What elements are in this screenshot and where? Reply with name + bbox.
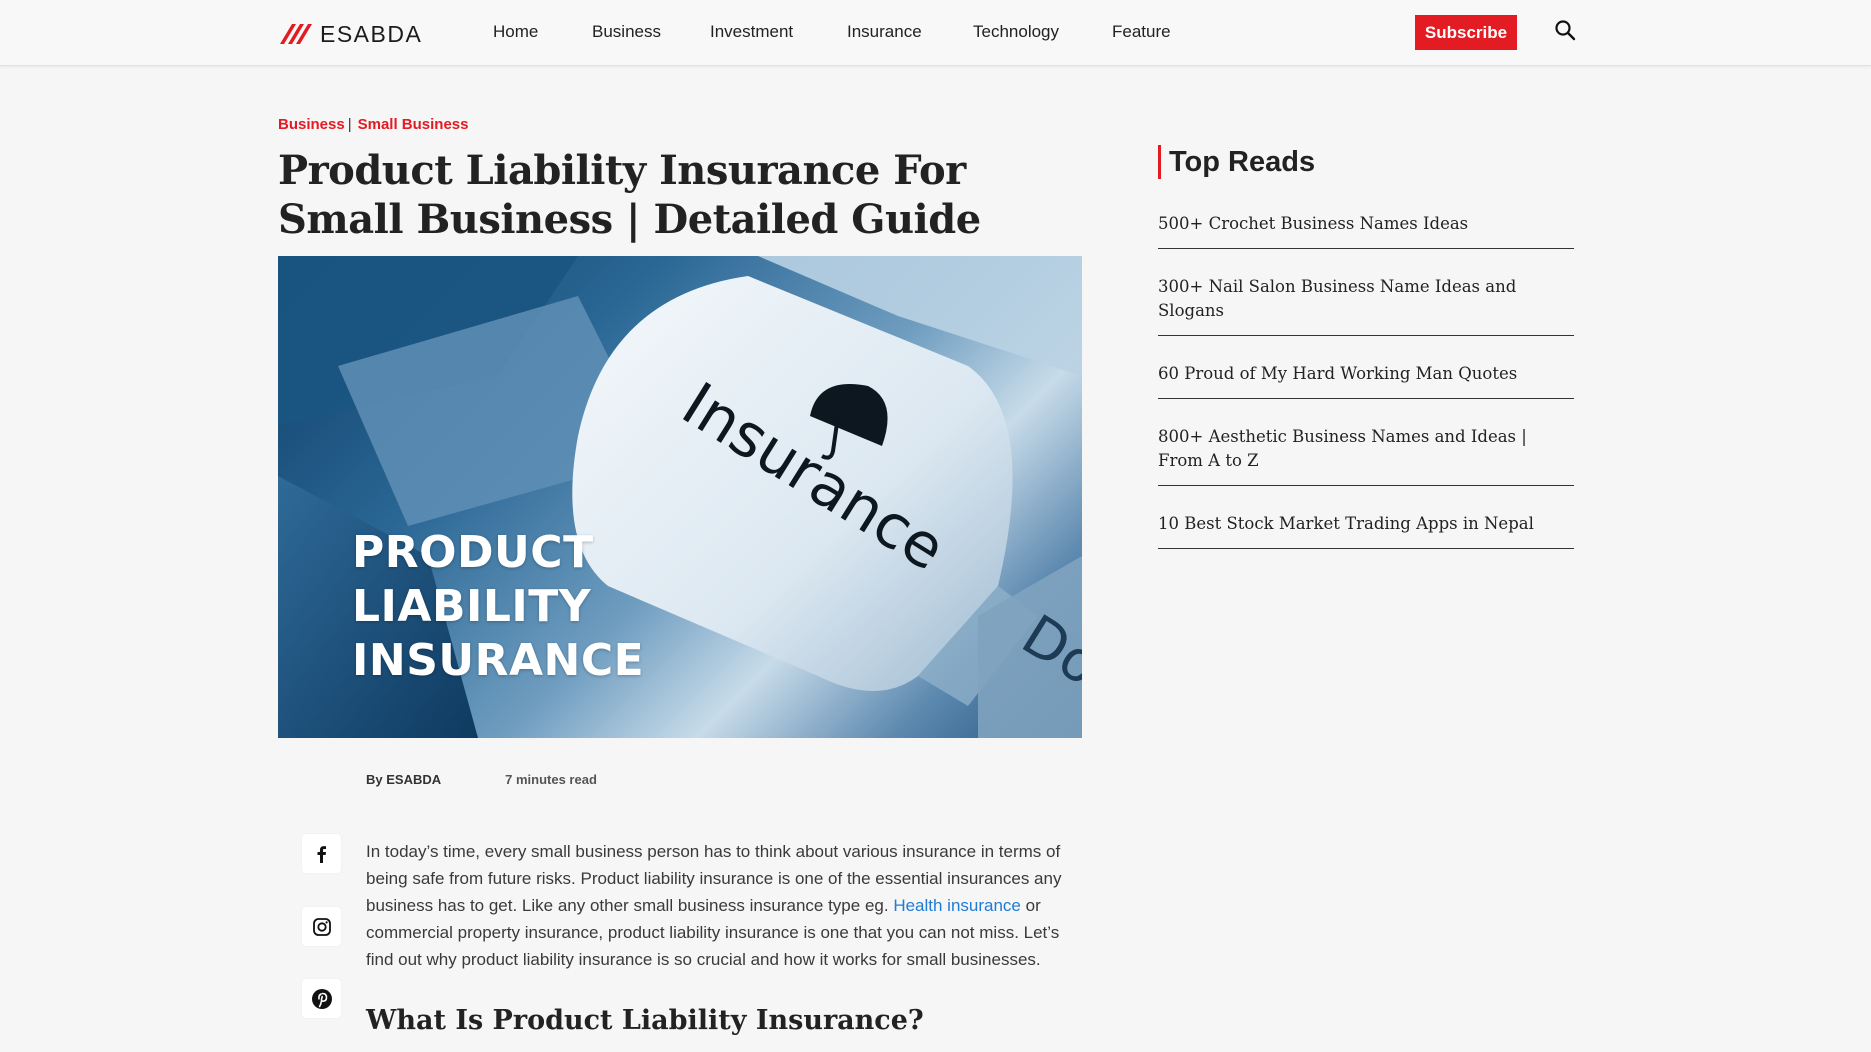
hero-image: Insurance Do PRODUCT LIABILITY INSURANCE: [278, 256, 1082, 738]
breadcrumb: Business | Small Business: [278, 116, 469, 133]
subscribe-button[interactable]: Subscribe: [1415, 15, 1517, 50]
breadcrumb-small-business[interactable]: Small Business: [358, 116, 469, 133]
top-read-item[interactable]: 10 Best Stock Market Trading Apps in Nep…: [1158, 508, 1574, 549]
article-author[interactable]: By ESABDA: [366, 772, 441, 787]
hero-line-1: PRODUCT: [352, 527, 594, 578]
nav-home[interactable]: Home: [493, 22, 538, 42]
site-logo[interactable]: ESABDA: [278, 19, 422, 49]
facebook-icon: [317, 845, 326, 863]
nav-insurance[interactable]: Insurance: [847, 22, 922, 42]
site-header: ESABDA Home Business Investment Insuranc…: [0, 0, 1871, 66]
article-intro-paragraph: In today’s time, every small business pe…: [366, 838, 1066, 973]
pinterest-icon: [311, 988, 332, 1009]
breadcrumb-separator: |: [347, 116, 352, 133]
article-meta: By ESABDA 7 minutes read: [366, 772, 597, 787]
hero-overlay-text: PRODUCT LIABILITY INSURANCE: [352, 526, 644, 688]
section-heading: What Is Product Liability Insurance?: [366, 1005, 924, 1036]
search-icon[interactable]: [1553, 18, 1577, 42]
instagram-share-button[interactable]: [302, 907, 341, 946]
top-read-item[interactable]: 60 Proud of My Hard Working Man Quotes: [1158, 358, 1574, 399]
logo-text: ESABDA: [320, 20, 423, 47]
nav-technology[interactable]: Technology: [973, 22, 1059, 42]
top-read-item[interactable]: 300+ Nail Salon Business Name Ideas and …: [1158, 271, 1574, 336]
top-reads-title: Top Reads: [1158, 145, 1315, 179]
nav-business[interactable]: Business: [592, 22, 661, 42]
top-read-item[interactable]: 500+ Crochet Business Names Ideas: [1158, 208, 1574, 249]
pinterest-share-button[interactable]: [302, 979, 341, 1018]
hero-line-2: LIABILITY: [352, 581, 592, 632]
instagram-icon: [312, 917, 331, 936]
health-insurance-link[interactable]: Health insurance: [893, 896, 1021, 915]
reading-time: 7 minutes read: [505, 772, 597, 787]
breadcrumb-business[interactable]: Business: [278, 116, 345, 133]
facebook-share-button[interactable]: [302, 834, 341, 873]
top-read-item[interactable]: 800+ Aesthetic Business Names and Ideas …: [1158, 421, 1574, 486]
top-reads-list: 500+ Crochet Business Names Ideas 300+ N…: [1158, 208, 1574, 571]
nav-investment[interactable]: Investment: [710, 22, 793, 42]
logo-mark-icon: [280, 24, 312, 44]
hero-line-3: INSURANCE: [352, 635, 645, 686]
nav-feature[interactable]: Feature: [1112, 22, 1171, 42]
article-title: Product Liability Insurance For Small Bu…: [278, 147, 981, 243]
